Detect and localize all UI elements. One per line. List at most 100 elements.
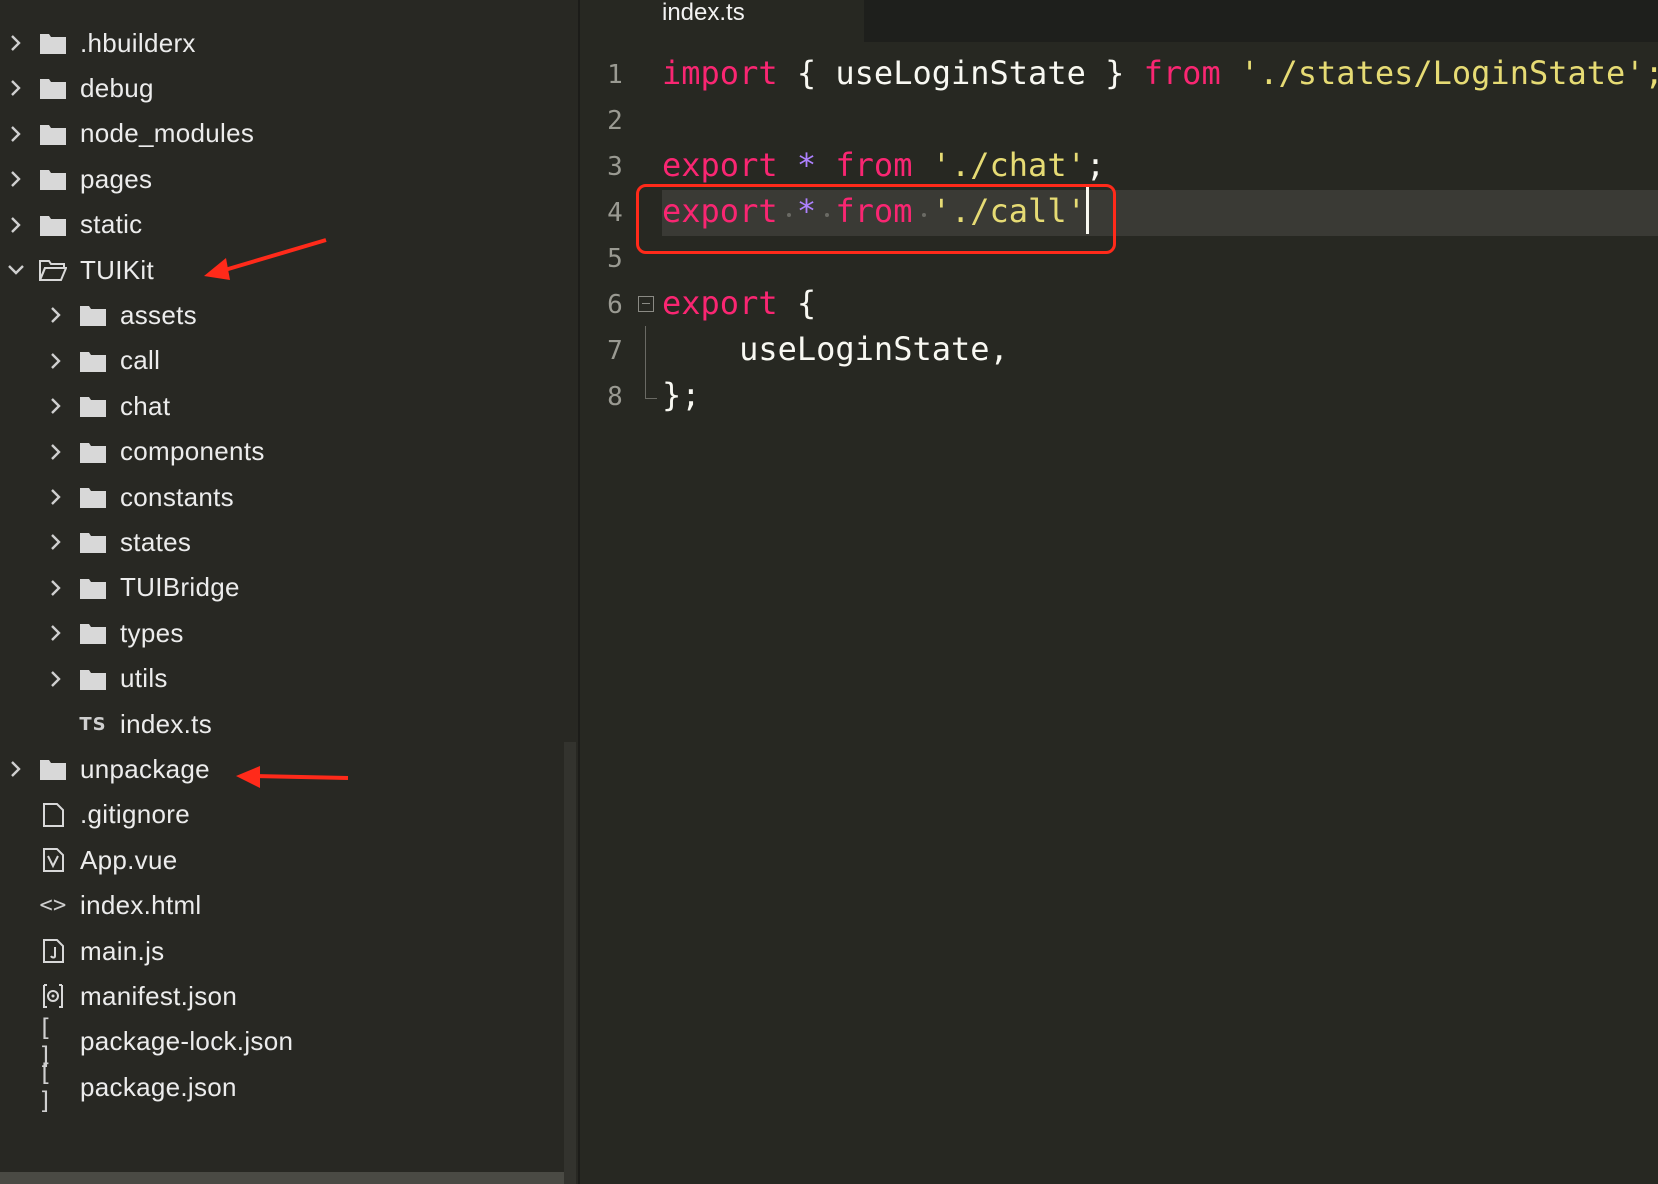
chevron-right-icon[interactable]	[44, 576, 68, 600]
tree-item-label: unpackage	[80, 753, 210, 784]
folder-icon	[78, 575, 108, 601]
typescript-icon: TS	[79, 713, 107, 735]
html-file-icon: <>	[39, 893, 67, 919]
tree-item-label: pages	[80, 163, 153, 194]
code-line[interactable]: export * from './chat';	[662, 146, 1105, 184]
chevron-right-icon[interactable]	[44, 440, 68, 464]
tree-item-label: App.vue	[80, 844, 178, 875]
code-line[interactable]: import { useLoginState } from './states/…	[662, 54, 1658, 92]
tree-item-assets[interactable]: assets	[0, 293, 578, 337]
tree-item-index-ts[interactable]: TS index.ts	[0, 702, 578, 746]
tree-item-components[interactable]: components	[0, 430, 578, 474]
chevron-right-icon[interactable]	[44, 485, 68, 509]
line-number: 1	[607, 60, 623, 90]
tree-item-label: package-lock.json	[80, 1026, 294, 1057]
tree-item-constants[interactable]: constants	[0, 475, 578, 519]
chevron-right-icon[interactable]	[4, 76, 28, 100]
tree-item-node-modules[interactable]: node_modules	[0, 112, 568, 156]
chevron-right-icon[interactable]	[4, 31, 28, 55]
code-token-kw: export	[662, 146, 778, 184]
sidebar-divider[interactable]	[578, 0, 580, 1184]
tree-item-pages[interactable]: pages	[0, 157, 568, 201]
chevron-right-icon[interactable]	[4, 167, 28, 191]
tree-item-package-lock-json[interactable]: [ ] package-lock.json	[0, 1014, 568, 1070]
json-file-icon: [ ]	[38, 1059, 57, 1116]
tab-label[interactable]: index.ts	[662, 0, 745, 26]
code-token-plain: { useLoginState }	[777, 54, 1144, 92]
annotation-arrow-index-ts	[236, 766, 349, 788]
chevron-right-icon[interactable]	[44, 303, 68, 327]
tree-item-label: chat	[120, 390, 171, 421]
folder-icon	[38, 756, 68, 782]
chevron-right-icon[interactable]	[4, 213, 28, 237]
tree-item-types[interactable]: types	[0, 611, 578, 655]
js-file-icon	[38, 938, 68, 964]
line-number: 2	[607, 106, 623, 136]
sidebar-scrollbar[interactable]	[564, 742, 576, 1184]
chevron-right-icon[interactable]	[44, 621, 68, 645]
chevron-right-icon[interactable]	[4, 122, 28, 146]
folder-icon	[78, 439, 108, 465]
code-line[interactable]: export {	[662, 284, 816, 322]
code-token-kw: import	[662, 54, 778, 92]
annotation-arrow-tuikit	[204, 238, 327, 280]
code-token-plain: {	[777, 284, 817, 322]
chevron-right-icon[interactable]	[44, 530, 68, 554]
line-number: 8	[607, 382, 623, 412]
line-number: 5	[607, 244, 623, 274]
tree-item-chat[interactable]: chat	[0, 384, 578, 428]
tree-item-label: call	[120, 345, 161, 376]
tree-item-index-html[interactable]: <> index.html	[0, 884, 568, 928]
tree-item-label: index.html	[80, 890, 202, 921]
tree-item-label: .gitignore	[80, 799, 190, 830]
code-line[interactable]: useLoginState,	[662, 330, 1009, 368]
folder-icon	[78, 666, 108, 692]
tree-item-package-json[interactable]: [ ] package.json	[0, 1059, 568, 1116]
file-icon	[38, 802, 68, 828]
chevron-down-icon[interactable]	[4, 258, 28, 282]
chevron-right-icon[interactable]	[44, 667, 68, 691]
tree-item-hbuilderx[interactable]: .hbuilderx	[0, 21, 568, 65]
chevron-right-icon[interactable]	[4, 757, 28, 781]
folder-icon	[78, 393, 108, 419]
folder-icon	[78, 529, 108, 555]
tree-item-label: assets	[120, 299, 197, 330]
tree-item-label: debug	[80, 72, 154, 103]
tree-item-utils[interactable]: utils	[0, 657, 578, 701]
sidebar-horizontal-scrollbar[interactable]	[0, 1172, 564, 1184]
vue-file-icon	[38, 847, 68, 873]
folder-icon	[78, 484, 108, 510]
code-token-plain: useLoginState,	[662, 330, 1009, 368]
tree-item-debug[interactable]: debug	[0, 66, 568, 110]
chevron-right-icon[interactable]	[44, 349, 68, 373]
fold-guide-end	[645, 398, 657, 399]
code-line[interactable]: };	[662, 376, 701, 414]
tree-item-manifest-json[interactable]: manifest.json	[0, 974, 568, 1018]
line-number: 7	[607, 336, 623, 366]
code-token-str: './chat'	[931, 146, 1086, 184]
code-token-op: *	[796, 146, 817, 184]
folder-icon	[78, 620, 108, 646]
fold-toggle-icon[interactable]	[638, 296, 654, 312]
tree-item-gitignore[interactable]: .gitignore	[0, 793, 568, 837]
tree-item-tuibridge[interactable]: TUIBridge	[0, 566, 578, 610]
tree-item-label: states	[120, 526, 192, 557]
tree-item-main-js[interactable]: main.js	[0, 929, 568, 973]
folder-open-icon	[38, 257, 68, 283]
folder-icon	[38, 75, 68, 101]
line-number: 4	[607, 198, 623, 228]
folder-icon	[78, 348, 108, 374]
tree-item-states[interactable]: states	[0, 520, 578, 564]
chevron-right-icon[interactable]	[44, 394, 68, 418]
tree-item-app-vue[interactable]: App.vue	[0, 838, 568, 882]
line-number: 3	[607, 152, 623, 182]
tree-item-call[interactable]: call	[0, 339, 578, 383]
tree-item-label: constants	[120, 481, 234, 512]
